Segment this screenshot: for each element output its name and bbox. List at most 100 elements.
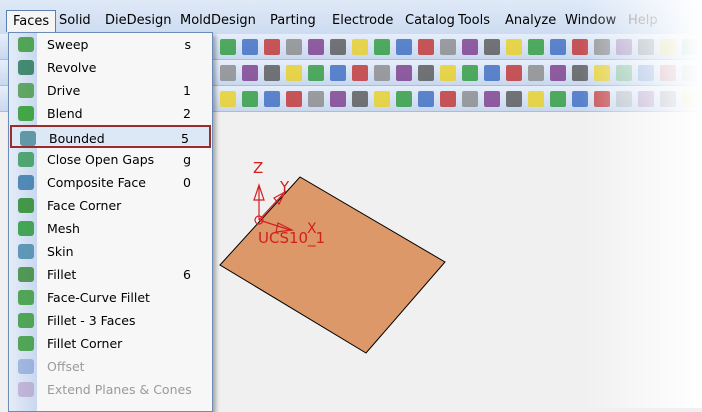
menu-analyze[interactable]: Analyze	[499, 10, 562, 32]
toolbar-button-icon[interactable]	[682, 39, 698, 55]
toolbar-button-icon[interactable]	[594, 65, 610, 81]
bounded-face[interactable]	[219, 176, 446, 354]
toolbar-button-icon[interactable]	[506, 39, 522, 55]
toolbar-button-icon[interactable]	[638, 65, 654, 81]
menu-solid[interactable]: Solid	[53, 10, 97, 32]
toolbar-button-icon[interactable]	[594, 39, 610, 55]
menu-item-bounded[interactable]: Bounded 5	[10, 125, 211, 148]
menu-item-revolve[interactable]: Revolve	[10, 56, 211, 79]
menu-molddesign[interactable]: MoldDesign	[174, 10, 262, 32]
toolbar-button-icon[interactable]	[550, 39, 566, 55]
toolbar-button-icon[interactable]	[528, 91, 544, 107]
toolbar-button-icon[interactable]	[572, 91, 588, 107]
toolbar-button-icon[interactable]	[660, 91, 676, 107]
face-corner-icon	[18, 198, 34, 213]
toolbar-button-icon[interactable]	[308, 39, 324, 55]
menu-item-face-corner[interactable]: Face Corner	[10, 194, 211, 217]
menu-item-label: Skin	[47, 244, 74, 259]
menu-item-label: Blend	[47, 106, 83, 121]
toolbar-button-icon[interactable]	[462, 39, 478, 55]
toolbar-button-icon[interactable]	[462, 91, 478, 107]
menu-item-offset[interactable]: Offset	[10, 355, 211, 378]
toolbar-button-icon[interactable]	[572, 39, 588, 55]
menu-item-fillet-3-faces[interactable]: Fillet - 3 Faces	[10, 309, 211, 332]
toolbar-button-icon[interactable]	[396, 39, 412, 55]
toolbar-button-icon[interactable]	[308, 91, 324, 107]
menu-item-close-open-gaps[interactable]: Close Open Gaps g	[10, 148, 211, 171]
toolbar-button-icon[interactable]	[220, 91, 236, 107]
toolbar-button-icon[interactable]	[506, 65, 522, 81]
toolbar-button-icon[interactable]	[242, 91, 258, 107]
toolbar-button-icon[interactable]	[616, 39, 632, 55]
face-curve-fillet-icon	[18, 290, 34, 305]
toolbar-button-icon[interactable]	[396, 91, 412, 107]
menu-faces[interactable]: Faces	[6, 10, 57, 32]
toolbar-button-icon[interactable]	[660, 65, 676, 81]
toolbar-button-icon[interactable]	[242, 65, 258, 81]
menu-diedesign[interactable]: DieDesign	[99, 10, 178, 32]
toolbar-button-icon[interactable]	[682, 91, 698, 107]
menu-item-mesh[interactable]: Mesh	[10, 217, 211, 240]
toolbar-button-icon[interactable]	[528, 39, 544, 55]
toolbar-button-icon[interactable]	[572, 65, 588, 81]
menu-electrode[interactable]: Electrode	[326, 10, 399, 32]
menu-item-sweep[interactable]: Sweep s	[10, 33, 211, 56]
toolbar-button-icon[interactable]	[440, 65, 456, 81]
toolbar-button-icon[interactable]	[638, 39, 654, 55]
menu-item-label: Offset	[47, 359, 85, 374]
toolbar-button-icon[interactable]	[418, 39, 434, 55]
toolbar-button-icon[interactable]	[484, 65, 500, 81]
toolbar-button-icon[interactable]	[220, 65, 236, 81]
toolbar-button-icon[interactable]	[374, 39, 390, 55]
toolbar-button-icon[interactable]	[264, 39, 280, 55]
menu-item-composite-face[interactable]: Composite Face 0	[10, 171, 211, 194]
toolbar-button-icon[interactable]	[330, 39, 346, 55]
toolbar-button-icon[interactable]	[352, 39, 368, 55]
toolbar-button-icon[interactable]	[286, 39, 302, 55]
toolbar-button-icon[interactable]	[418, 91, 434, 107]
toolbar-button-icon[interactable]	[418, 65, 434, 81]
menu-item-label: Sweep	[47, 37, 89, 52]
toolbar-button-icon[interactable]	[484, 91, 500, 107]
menu-item-skin[interactable]: Skin	[10, 240, 211, 263]
menu-parting[interactable]: Parting	[264, 10, 322, 32]
menu-item-shortcut: 2	[183, 106, 191, 121]
toolbar-button-icon[interactable]	[352, 91, 368, 107]
toolbar-button-icon[interactable]	[660, 39, 676, 55]
menu-window[interactable]: Window	[559, 10, 622, 32]
menu-item-fillet[interactable]: Fillet 6	[10, 263, 211, 286]
toolbar-button-icon[interactable]	[330, 65, 346, 81]
menu-help[interactable]: Help	[622, 10, 664, 32]
toolbar-button-icon[interactable]	[638, 91, 654, 107]
toolbar-button-icon[interactable]	[396, 65, 412, 81]
toolbar-button-icon[interactable]	[264, 65, 280, 81]
toolbar-button-icon[interactable]	[484, 39, 500, 55]
toolbar-button-icon[interactable]	[352, 65, 368, 81]
toolbar-button-icon[interactable]	[506, 91, 522, 107]
toolbar-button-icon[interactable]	[264, 91, 280, 107]
toolbar-button-icon[interactable]	[242, 39, 258, 55]
menu-item-extend-planes-cones[interactable]: Extend Planes & Cones	[10, 378, 211, 401]
toolbar-button-icon[interactable]	[616, 91, 632, 107]
menu-item-blend[interactable]: Blend 2	[10, 102, 211, 125]
toolbar-button-icon[interactable]	[440, 39, 456, 55]
menu-item-face-curve-fillet[interactable]: Face-Curve Fillet	[10, 286, 211, 309]
menu-item-fillet-corner[interactable]: Fillet Corner	[10, 332, 211, 355]
toolbar-button-icon[interactable]	[374, 65, 390, 81]
toolbar-button-icon[interactable]	[220, 39, 236, 55]
toolbar-button-icon[interactable]	[594, 91, 610, 107]
toolbar-button-icon[interactable]	[308, 65, 324, 81]
toolbar-button-icon[interactable]	[682, 65, 698, 81]
toolbar-button-icon[interactable]	[616, 65, 632, 81]
toolbar-button-icon[interactable]	[286, 91, 302, 107]
toolbar-button-icon[interactable]	[550, 65, 566, 81]
toolbar-button-icon[interactable]	[374, 91, 390, 107]
toolbar-button-icon[interactable]	[330, 91, 346, 107]
menu-item-drive[interactable]: Drive 1	[10, 79, 211, 102]
toolbar-button-icon[interactable]	[440, 91, 456, 107]
toolbar-button-icon[interactable]	[286, 65, 302, 81]
toolbar-button-icon[interactable]	[462, 65, 478, 81]
menu-tools[interactable]: Tools	[452, 10, 496, 32]
toolbar-button-icon[interactable]	[528, 65, 544, 81]
toolbar-button-icon[interactable]	[550, 91, 566, 107]
